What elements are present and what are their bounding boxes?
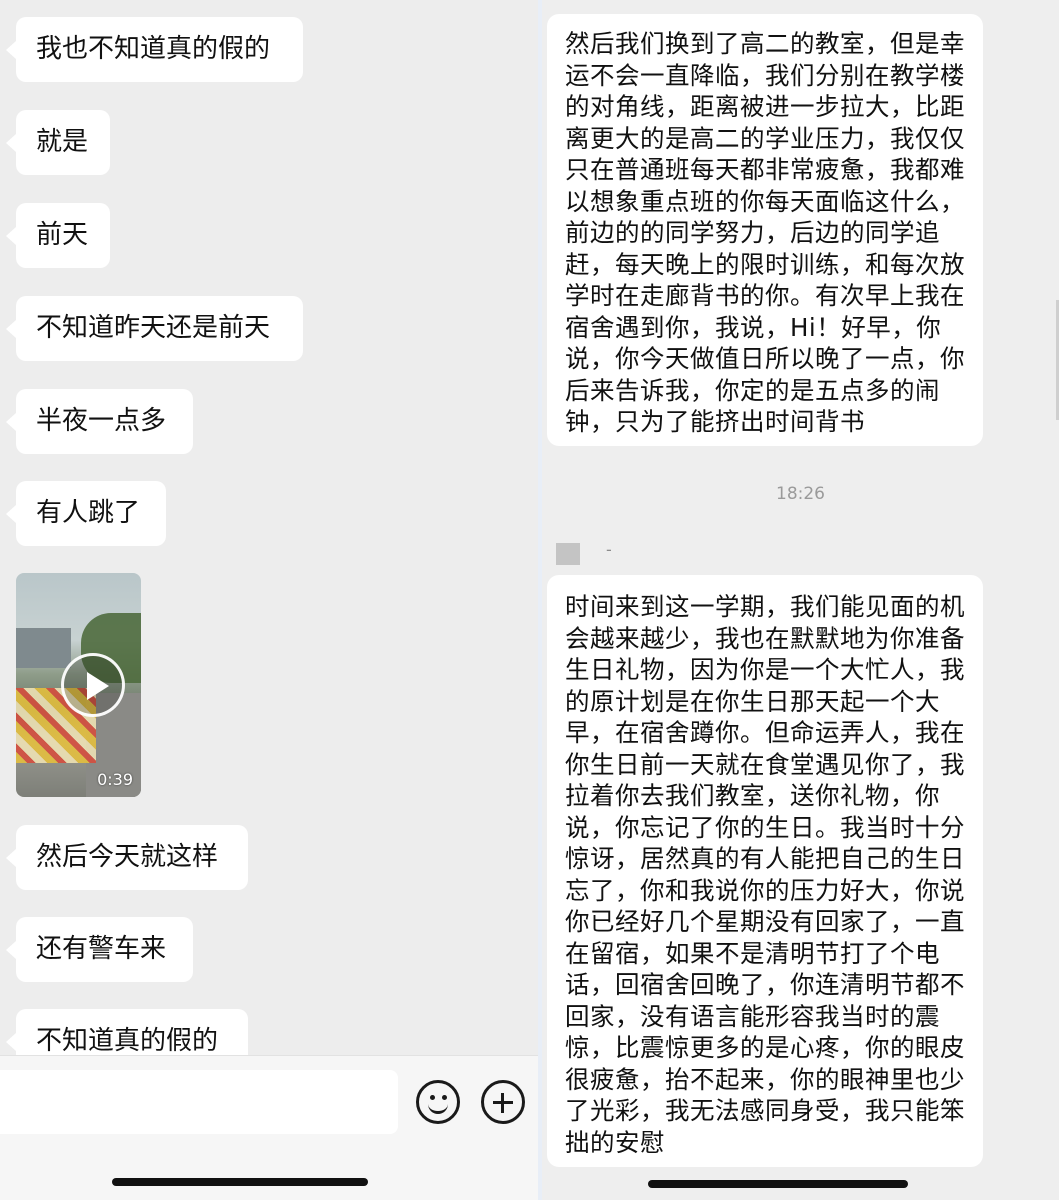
message-bubble[interactable]: 然后今天就这样	[6, 825, 248, 890]
message-text: 不知道真的假的	[36, 1026, 219, 1056]
message-bubble[interactable]: 就是	[6, 110, 110, 175]
screenshot-root: 我也不知道真的假的 就是 前天 不知道昨天还是前天 半夜一点多 有人跳了 0:3…	[0, 0, 1059, 1200]
message-line: 早，在宿舍蹲你。但命运弄人，我在	[565, 718, 965, 747]
home-indicator[interactable]	[112, 1178, 368, 1186]
message-bubble[interactable]: 有人跳了	[6, 481, 166, 546]
message-text: 半夜一点多	[36, 406, 167, 436]
message-line: 的对角线，距离被进一步拉大，比距	[565, 92, 965, 121]
message-line: 以想象重点班的你每天面临这什么，	[565, 186, 965, 216]
sender-name: -	[606, 540, 612, 559]
long-message-bubble[interactable]: 然后我们换到了高二的教室，但是幸 运不会一直降临，我们分别在教学楼 的对角线，距离被…	[547, 14, 983, 446]
message-bubble[interactable]: 还有警车来	[6, 917, 193, 982]
message-line: 运不会一直降临，我们分别在教学楼	[565, 60, 965, 90]
message-line: 惊讶，居然真的有人能把自己的生日	[565, 844, 965, 873]
message-line: 钟，只为了能挤出时间背书	[565, 407, 865, 436]
message-line: 生日礼物，因为你是一个大忙人，我	[565, 655, 965, 684]
plus-circle-icon[interactable]	[481, 1080, 525, 1124]
message-line: 宿舍遇到你，我说，Hi！好早，你	[565, 312, 942, 342]
message-text: 前天	[36, 220, 89, 250]
message-bubble[interactable]: 我也不知道真的假的	[6, 17, 303, 82]
message-line: 时间来到这一学期，我们能见面的机	[565, 592, 965, 621]
home-indicator[interactable]	[648, 1180, 908, 1188]
message-line: 你生日前一天就在食堂遇见你了，我	[565, 749, 965, 779]
video-frame-building	[16, 628, 71, 668]
message-bubble[interactable]: 不知道昨天还是前天	[6, 296, 303, 361]
play-icon[interactable]	[61, 653, 125, 717]
message-input[interactable]	[0, 1070, 398, 1134]
emoji-mouth	[428, 1100, 448, 1114]
message-line: 然后我们换到了高二的教室，但是幸	[565, 29, 965, 58]
message-text: 不知道昨天还是前天	[36, 313, 271, 343]
message-bubble[interactable]: 前天	[6, 203, 110, 268]
sender-avatar[interactable]	[556, 543, 580, 565]
message-line: 说，你忘记了你的生日。我当时十分	[565, 812, 965, 842]
message-text: 有人跳了	[36, 498, 141, 528]
message-line: 的原计划是在你生日那天起一个大	[565, 686, 940, 716]
message-text: 就是	[36, 127, 89, 157]
message-line: 前边的的同学努力，后边的同学追	[565, 218, 940, 247]
left-chat-panel: 我也不知道真的假的 就是 前天 不知道昨天还是前天 半夜一点多 有人跳了 0:3…	[0, 0, 538, 1200]
message-text: 我也不知道真的假的	[36, 34, 271, 64]
message-line: 很疲惫，抬不起来，你的眼神里也少	[565, 1064, 965, 1094]
message-line: 赶，每天晚上的限时训练，和每次放	[565, 249, 965, 279]
message-line: 忘了，你和我说你的压力好大，你说	[565, 875, 965, 905]
long-message-bubble[interactable]: 时间来到这一学期，我们能见面的机 会越来越少，我也在默默地为你准备 生日礼物，因为你…	[547, 575, 983, 1167]
message-line: 拉着你去我们教室，送你礼物，你	[565, 781, 940, 810]
message-line: 学时在走廊背书的你。有次早上我在	[565, 281, 965, 310]
message-text: 然后今天就这样	[36, 842, 219, 872]
message-line: 拙的安慰	[565, 1127, 665, 1157]
video-message[interactable]: 0:39	[16, 573, 141, 797]
message-body: 时间来到这一学期，我们能见面的机 会越来越少，我也在默默地为你准备 生日礼物，因为你…	[565, 591, 965, 1158]
message-line: 只在普通班每天都非常疲惫，我都难	[565, 155, 965, 184]
video-duration: 0:39	[97, 770, 133, 789]
message-line: 离更大的是高二的学业压力，我仅仅	[565, 123, 965, 153]
message-line: 在留宿，如果不是清明节打了个电	[565, 938, 940, 968]
message-line: 说，你今天做值日所以晚了一点，你	[565, 344, 965, 373]
message-line: 后来告诉我，你定的是五点多的闹	[565, 375, 940, 405]
right-chat-panel: 然后我们换到了高二的教室，但是幸 运不会一直降临，我们分别在教学楼 的对角线，距离被…	[542, 0, 1059, 1200]
emoji-icon[interactable]	[416, 1080, 460, 1124]
message-line: 惊，比震惊更多的是心疼，你的眼皮	[565, 1033, 965, 1062]
message-timestamp: 18:26	[776, 484, 825, 504]
message-line: 话，回宿舍回晚了，你连清明节都不	[565, 970, 965, 999]
message-line: 你已经好几个星期没有回家了，一直	[565, 907, 965, 936]
message-body: 然后我们换到了高二的教室，但是幸 运不会一直降临，我们分别在教学楼 的对角线，距离被…	[565, 28, 965, 438]
message-line: 了光彩，我无法感同身受，我只能笨	[565, 1096, 965, 1125]
message-line: 会越来越少，我也在默默地为你准备	[565, 623, 965, 653]
message-line: 回家，没有语言能形容我当时的震	[565, 1001, 940, 1031]
message-text: 还有警车来	[36, 934, 167, 964]
message-bubble[interactable]: 半夜一点多	[6, 389, 193, 454]
